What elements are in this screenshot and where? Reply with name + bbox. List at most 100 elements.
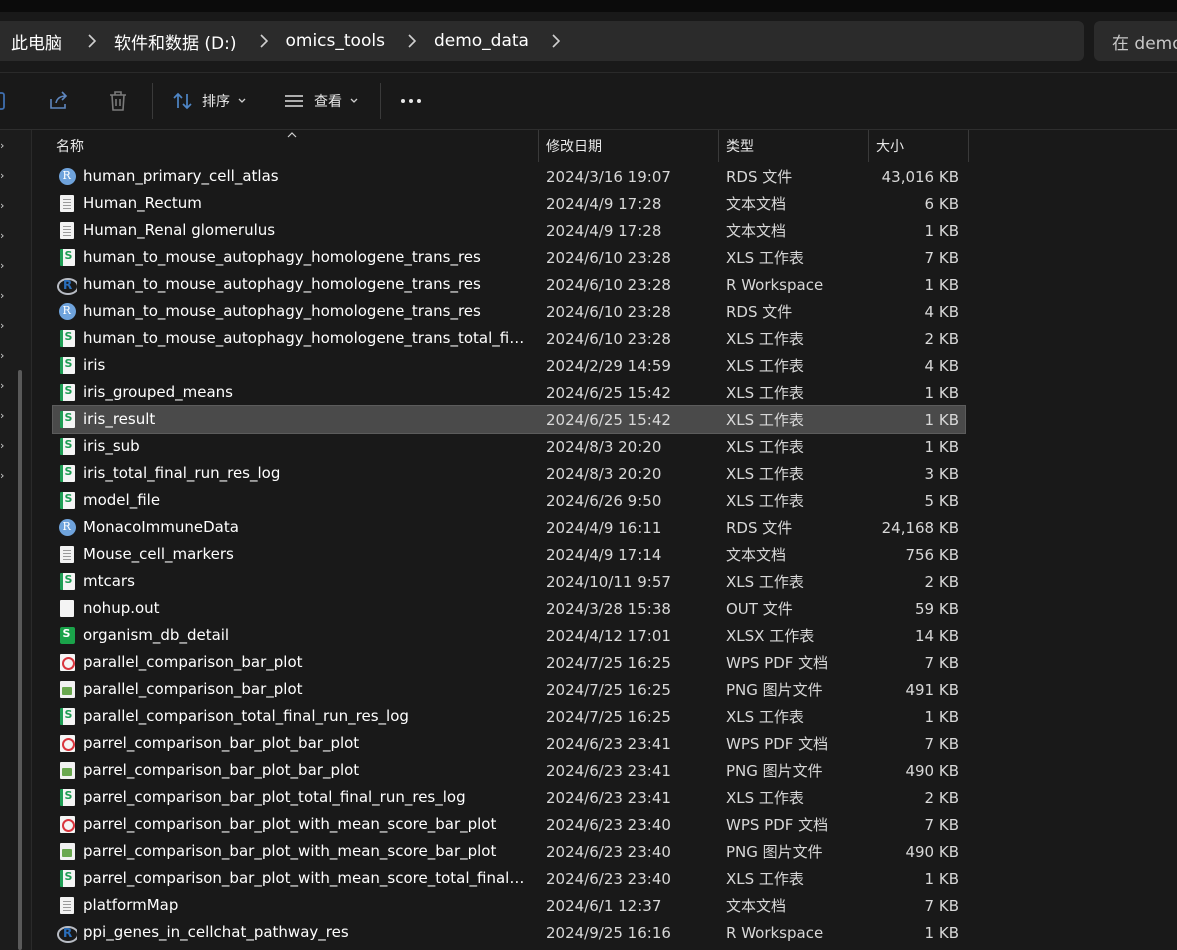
chevron-right-icon[interactable] (254, 34, 274, 48)
nav-expand-chevron-icon[interactable]: › (0, 380, 8, 392)
file-row[interactable]: human_to_mouse_autophagy_homologene_tran… (53, 271, 965, 298)
file-row[interactable]: parallel_comparison_bar_plot 2024/7/25 16… (53, 649, 965, 676)
file-size: 1 KB (924, 869, 959, 888)
file-row[interactable]: parallel_comparison_bar_plot 2024/7/25 16… (53, 676, 965, 703)
nav-expand-chevron-icon[interactable]: › (0, 470, 8, 482)
breadcrumb-drive-d[interactable]: 软件和数据 (D:) (114, 29, 237, 54)
nav-expand-chevron-icon[interactable]: › (0, 200, 8, 212)
nav-expand-chevron-icon[interactable]: › (0, 260, 8, 272)
file-row[interactable]: human_to_mouse_autophagy_homologene_tran… (53, 298, 965, 325)
file-type: XLS 工作表 (726, 870, 804, 888)
file-type: RDS 文件 (726, 519, 793, 537)
nav-expand-chevron-icon[interactable]: › (0, 410, 8, 422)
file-row[interactable]: Mouse_cell_markers 2024/4/9 17:14 文本文档 756 … (53, 541, 965, 568)
share-button[interactable] (48, 73, 70, 129)
file-row[interactable]: model_file 2024/6/26 9:50 XLS 工作表 5 KB (53, 487, 965, 514)
file-modified-date: 2024/8/3 20:20 (546, 437, 662, 456)
file-row[interactable]: MonacoImmuneData 2024/4/9 16:11 RDS 文件 24,1… (53, 514, 965, 541)
file-modified-date: 2024/6/23 23:41 (546, 788, 671, 807)
chevron-right-icon[interactable] (546, 34, 566, 48)
more-options-button[interactable] (400, 73, 422, 129)
file-row[interactable]: human_to_mouse_autophagy_homologene_tran… (53, 244, 965, 271)
file-size: 7 KB (924, 653, 959, 672)
file-row[interactable]: ppi_genes_in_cellchat_pathway_res 2024/9/… (53, 919, 965, 946)
file-row[interactable]: organism_db_detail 2024/4/12 17:01 XLSX 工作… (53, 622, 965, 649)
png-image-icon (57, 757, 77, 784)
navigation-pane: › › › › › › › › › › › › (0, 130, 32, 950)
address-bar[interactable]: 此电脑 软件和数据 (D:) omics_tools demo_data (0, 21, 1084, 61)
column-header-date[interactable]: 修改日期 (538, 130, 718, 162)
file-row[interactable]: iris_grouped_means 2024/6/25 15:42 XLS 工作表… (53, 379, 965, 406)
nav-expand-chevron-icon[interactable]: › (0, 290, 8, 302)
file-name: iris_grouped_means (83, 383, 233, 401)
file-row[interactable]: parrel_comparison_bar_plot_with_mean_sco… (53, 838, 965, 865)
file-name: Human_Rectum (83, 194, 202, 212)
file-row[interactable]: human_to_mouse_autophagy_homologene_tran… (53, 325, 965, 352)
column-header-type[interactable]: 类型 (718, 130, 868, 162)
file-row[interactable]: mtcars 2024/10/11 9:57 XLS 工作表 2 KB (53, 568, 965, 595)
file-size: 490 KB (905, 761, 959, 780)
file-name: human_to_mouse_autophagy_homologene_tran… (83, 302, 481, 320)
file-row[interactable]: parrel_comparison_bar_plot_with_mean_sco… (53, 811, 965, 838)
file-row[interactable]: parrel_comparison_bar_plot_bar_plot 2024/… (53, 757, 965, 784)
file-modified-date: 2024/6/10 23:28 (546, 329, 671, 348)
xls-sheet-icon (57, 703, 77, 730)
column-header-name[interactable]: 名称 (48, 130, 538, 162)
file-row[interactable]: Human_Renal glomerulus 2024/4/9 17:28 文本文档… (53, 217, 965, 244)
file-modified-date: 2024/8/3 20:20 (546, 464, 662, 483)
breadcrumb-demo-data[interactable]: demo_data (434, 31, 529, 51)
file-size: 7 KB (924, 734, 959, 753)
chevron-right-icon[interactable] (82, 34, 102, 48)
breadcrumb-omics-tools[interactable]: omics_tools (286, 31, 385, 51)
file-type: XLS 工作表 (726, 384, 804, 402)
file-row[interactable]: iris 2024/2/29 14:59 XLS 工作表 4 KB (53, 352, 965, 379)
file-type: XLS 工作表 (726, 465, 804, 483)
file-row[interactable]: parrel_comparison_bar_plot_with_mean_sco… (53, 865, 965, 892)
file-modified-date: 2024/7/25 16:25 (546, 680, 671, 699)
sort-button[interactable]: 排序 (172, 73, 246, 129)
file-type: R Workspace (726, 275, 824, 294)
delete-button[interactable] (108, 73, 128, 129)
file-name: human_to_mouse_autophagy_homologene_tran… (83, 248, 481, 266)
column-header-size[interactable]: 大小 (868, 130, 968, 162)
file-name: model_file (83, 491, 161, 509)
file-row[interactable]: human_primary_cell_atlas 2024/3/16 19:07 R… (53, 163, 965, 190)
file-row[interactable]: iris_sub 2024/8/3 20:20 XLS 工作表 1 KB (53, 433, 965, 460)
nav-expand-chevron-icon[interactable]: › (0, 350, 8, 362)
column-divider[interactable] (968, 130, 969, 162)
chevron-right-icon[interactable] (402, 34, 422, 48)
file-row[interactable]: parrel_comparison_bar_plot_bar_plot 2024/… (53, 730, 965, 757)
file-modified-date: 2024/7/25 16:25 (546, 707, 671, 726)
file-modified-date: 2024/6/23 23:41 (546, 734, 671, 753)
breadcrumb-this-pc[interactable]: 此电脑 (11, 29, 62, 54)
file-size: 24,168 KB (881, 518, 959, 537)
view-button[interactable]: 查看 (284, 73, 358, 129)
nav-expand-chevron-icon[interactable]: › (0, 320, 8, 332)
file-row[interactable]: platformMap 2024/6/1 12:37 文本文档 7 KB (53, 892, 965, 919)
rds-file-icon (57, 514, 77, 541)
file-name: iris (83, 356, 106, 374)
nav-expand-chevron-icon[interactable]: › (0, 440, 8, 452)
file-row[interactable]: iris_total_final_run_res_log 2024/8/3 20:… (53, 460, 965, 487)
file-row[interactable]: nohup.out 2024/3/28 15:38 OUT 文件 59 KB (53, 595, 965, 622)
rename-button[interactable] (0, 73, 8, 129)
search-input[interactable]: 在 demo (1094, 21, 1177, 61)
file-size: 59 KB (915, 599, 959, 618)
nav-expand-chevron-icon[interactable]: › (0, 140, 8, 152)
file-name: parrel_comparison_bar_plot_with_mean_sco… (83, 869, 529, 887)
file-modified-date: 2024/6/1 12:37 (546, 896, 662, 915)
file-name: iris_sub (83, 437, 140, 455)
file-modified-date: 2024/6/10 23:28 (546, 248, 671, 267)
nav-expand-chevron-icon[interactable]: › (0, 170, 8, 182)
file-row[interactable]: parallel_comparison_total_final_run_res_… (53, 703, 965, 730)
file-size: 43,016 KB (881, 167, 959, 186)
nav-scrollbar[interactable] (18, 370, 22, 950)
file-row[interactable]: Human_Rectum 2024/4/9 17:28 文本文档 6 KB (53, 190, 965, 217)
r-workspace-icon (57, 271, 77, 298)
file-type: XLS 工作表 (726, 249, 804, 267)
file-row[interactable]: parrel_comparison_bar_plot_total_final_r… (53, 784, 965, 811)
file-size: 756 KB (905, 545, 959, 564)
file-row[interactable]: iris_result 2024/6/25 15:42 XLS 工作表 1 KB (52, 405, 966, 434)
nav-expand-chevron-icon[interactable]: › (0, 230, 8, 242)
rds-file-icon (57, 298, 77, 325)
